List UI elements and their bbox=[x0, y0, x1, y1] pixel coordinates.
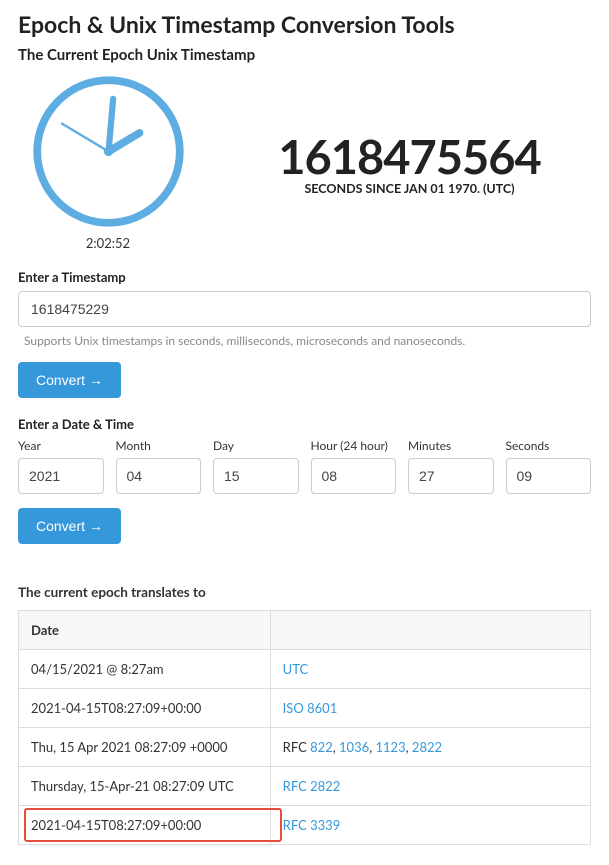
year-label: Year bbox=[18, 438, 104, 453]
table-cell-date: Thu, 15 Apr 2021 08:27:09 +0000 bbox=[19, 728, 271, 767]
translate-title: The current epoch translates to bbox=[18, 584, 591, 600]
minutes-input[interactable] bbox=[408, 458, 494, 494]
table-row: 2021-04-15T08:27:09+00:00 RFC 3339 bbox=[19, 806, 591, 845]
table-cell-date: 04/15/2021 @ 8:27am bbox=[19, 650, 271, 689]
timestamp-hint: Supports Unix timestamps in seconds, mil… bbox=[24, 333, 591, 348]
hour-input[interactable] bbox=[311, 458, 397, 494]
format-link[interactable]: RFC 3339 bbox=[283, 817, 341, 833]
page-title: Epoch & Unix Timestamp Conversion Tools bbox=[18, 10, 591, 38]
table-cell-format: UTC bbox=[270, 650, 590, 689]
day-label: Day bbox=[213, 438, 299, 453]
datetime-label: Enter a Date & Time bbox=[18, 416, 591, 432]
table-cell-format: RFC 3339 bbox=[270, 806, 590, 845]
hour-label: Hour (24 hour) bbox=[311, 438, 397, 453]
format-link[interactable]: 822 bbox=[310, 739, 333, 755]
timestamp-input[interactable] bbox=[18, 291, 591, 327]
format-link[interactable]: 2822 bbox=[412, 739, 442, 755]
table-cell-date: 2021-04-15T08:27:09+00:00 bbox=[19, 806, 271, 845]
seconds-label: Seconds bbox=[506, 438, 592, 453]
table-cell-format: ISO 8601 bbox=[270, 689, 590, 728]
format-link[interactable]: RFC 2822 bbox=[283, 778, 341, 794]
format-link[interactable]: UTC bbox=[283, 661, 309, 677]
month-label: Month bbox=[116, 438, 202, 453]
seconds-input[interactable] bbox=[506, 458, 592, 494]
table-row: 04/15/2021 @ 8:27am UTC bbox=[19, 650, 591, 689]
convert-datetime-button[interactable]: Convert → bbox=[18, 508, 121, 544]
current-timestamp: 1618475564 bbox=[228, 129, 591, 185]
translate-table: Date 04/15/2021 @ 8:27am UTC 2021-04-15T08… bbox=[18, 610, 591, 845]
table-header-format bbox=[270, 611, 590, 650]
minutes-label: Minutes bbox=[408, 438, 494, 453]
timestamp-label: Enter a Timestamp bbox=[18, 269, 591, 285]
table-row: Thursday, 15-Apr-21 08:27:09 UTC RFC 2822 bbox=[19, 767, 591, 806]
format-link[interactable]: 1036 bbox=[339, 739, 369, 755]
year-input[interactable] bbox=[18, 458, 104, 494]
format-link[interactable]: 1123 bbox=[375, 739, 405, 755]
table-cell-date: Thursday, 15-Apr-21 08:27:09 UTC bbox=[19, 767, 271, 806]
table-header-date: Date bbox=[19, 611, 271, 650]
month-input[interactable] bbox=[116, 458, 202, 494]
day-input[interactable] bbox=[213, 458, 299, 494]
table-cell-format: RFC 822, 1036, 1123, 2822 bbox=[270, 728, 590, 767]
clock-time-text: 2:02:52 bbox=[18, 235, 198, 251]
table-cell-date: 2021-04-15T08:27:09+00:00 bbox=[19, 689, 271, 728]
convert-timestamp-button[interactable]: Convert → bbox=[18, 362, 121, 398]
format-link[interactable]: ISO 8601 bbox=[283, 700, 338, 716]
table-cell-format: RFC 2822 bbox=[270, 767, 590, 806]
table-row: 2021-04-15T08:27:09+00:00 ISO 8601 bbox=[19, 689, 591, 728]
table-row: Thu, 15 Apr 2021 08:27:09 +0000RFC 822, … bbox=[19, 728, 591, 767]
clock-icon bbox=[31, 74, 186, 229]
page-subtitle: The Current Epoch Unix Timestamp bbox=[18, 46, 591, 64]
